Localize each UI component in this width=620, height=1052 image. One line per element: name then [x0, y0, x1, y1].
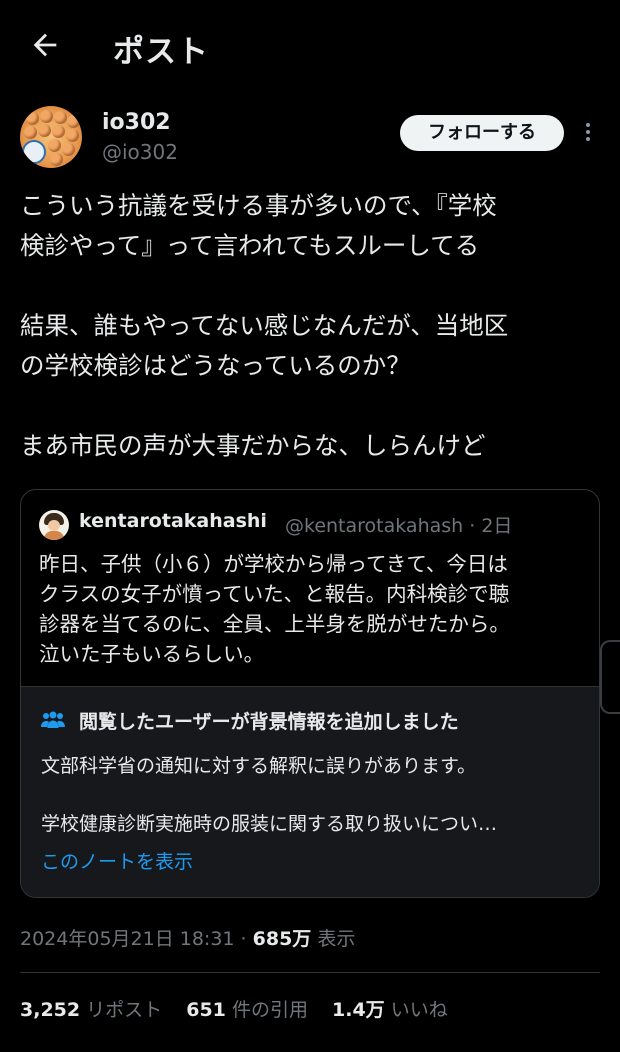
author-name[interactable]: io302	[102, 110, 171, 135]
quoted-line: 診器を当てるのに、全員、上半身を脱がせたから。	[39, 612, 510, 636]
separator: ·	[234, 928, 253, 950]
post-line	[20, 386, 600, 426]
repost-label: リポスト	[86, 999, 163, 1021]
reposts-stat[interactable]: 3,252 リポスト	[20, 999, 162, 1021]
post-line: 検診やって』って言われてもスルーしてる	[20, 231, 480, 260]
post-datetime[interactable]: 2024年05月21日 18:31	[20, 928, 235, 950]
top-bar: ポスト	[0, 0, 620, 92]
quoted-line: クラスの女子が憤っていた、と報告。内科検診で聴	[39, 582, 510, 606]
view-label: 表示	[311, 928, 356, 950]
avatar[interactable]	[20, 106, 82, 168]
view-count: 685万	[252, 928, 312, 950]
like-count: 1.4万	[332, 999, 385, 1021]
follow-button[interactable]: フォローする	[400, 115, 564, 151]
quoted-post-header: kentarotakahashi @kentarotakahash · 2日	[39, 508, 589, 540]
quotes-stat[interactable]: 651 件の引用	[186, 999, 308, 1021]
post-line	[20, 266, 600, 306]
community-note: 閲覧したユーザーが背景情報を追加しました 文部科学省の通知に対する解釈に誤りがあ…	[21, 686, 599, 897]
note-body: 文部科学省の通知に対する解釈に誤りがあります。 学校健康診断実施時の服装に関する…	[41, 751, 581, 839]
arrow-left-icon[interactable]	[28, 28, 62, 62]
quoted-author-handle: @kentarotakahash · 2日	[285, 515, 513, 537]
engagement-stats: 3,252 リポスト 651 件の引用 1.4万 いいね	[20, 995, 466, 1022]
scroll-handle[interactable]	[600, 640, 620, 714]
quote-count: 651	[186, 999, 226, 1021]
more-vertical-icon[interactable]	[578, 120, 598, 146]
like-label: いいね	[390, 999, 448, 1021]
quoted-avatar	[39, 510, 69, 540]
author-handle[interactable]: @io302	[102, 140, 178, 164]
post-line: の学校検診はどうなっているのか？	[20, 351, 411, 380]
note-line: 文部科学省の通知に対する解釈に誤りがあります。	[41, 755, 477, 777]
people-icon	[41, 711, 65, 728]
likes-stat[interactable]: 1.4万 いいね	[332, 999, 448, 1021]
quoted-post[interactable]: kentarotakahashi @kentarotakahash · 2日 昨…	[20, 489, 600, 898]
post-line: まあ市民の声が大事だからな、しらんけど	[20, 431, 486, 460]
quote-label: 件の引用	[231, 999, 308, 1021]
page-title: ポスト	[113, 34, 209, 70]
quoted-author-name: kentarotakahashi	[79, 510, 267, 532]
post-text: こういう抗議を受ける事が多いので、『学校 検診やって』って言われてもスルーしてる…	[20, 186, 600, 466]
quoted-post-text: 昨日、子供（小６）が学校から帰ってきて、今日は クラスの女子が憤っていた、と報告…	[39, 549, 589, 669]
note-line: 学校健康診断実施時の服装に関する取り扱いについ…	[41, 813, 498, 835]
note-title: 閲覧したユーザーが背景情報を追加しました	[79, 711, 459, 733]
post-timestamp: 2024年05月21日 18:31 · 685万 表示	[20, 924, 355, 951]
note-line	[41, 781, 581, 809]
divider	[20, 972, 600, 973]
quoted-line: 泣いた子もいるらしい。	[39, 642, 265, 666]
author-row: io302 @io302 フォローする	[20, 106, 600, 172]
post-line: 結果、誰もやってない感じなんだが、当地区	[20, 311, 509, 340]
repost-count: 3,252	[20, 999, 81, 1021]
post-line: こういう抗議を受ける事が多いので、『学校	[20, 191, 497, 220]
show-note-link[interactable]: このノートを表示	[41, 847, 193, 874]
quoted-line: 昨日、子供（小６）が学校から帰ってきて、今日は	[39, 552, 508, 576]
